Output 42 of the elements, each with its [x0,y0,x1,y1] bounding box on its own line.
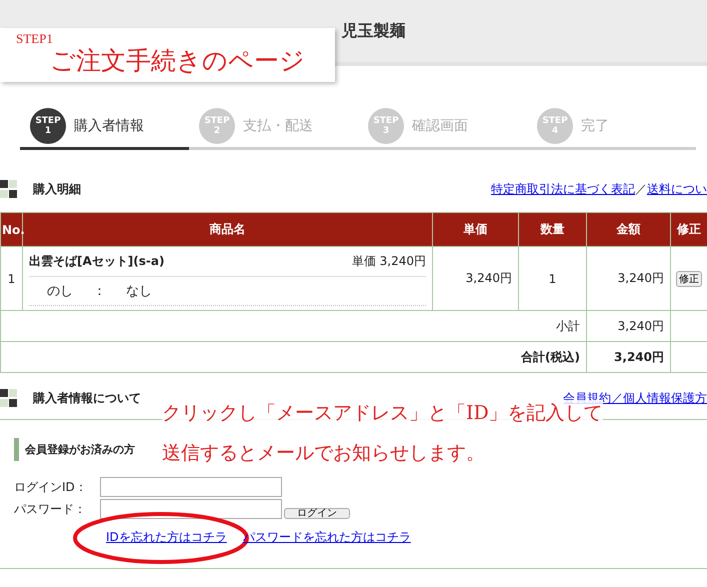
option-separator: ： [93,283,106,300]
shop-title: 児玉製麺 [340,20,406,42]
step-tab[interactable]: STEP 1 購入者情報 [20,104,189,150]
member-heading: 会員登録がお済みの方 [14,438,141,461]
password-label: パスワード： [14,500,87,518]
info-link[interactable]: 送料につい [647,180,707,198]
unit-price-note: 単価 3,240円 [352,253,426,270]
annotation-step: STEP1 [16,32,53,46]
column-header: 金額 [586,212,670,246]
login-button[interactable]: ログイン [284,508,350,519]
step-label: 確認画面 [412,116,468,134]
table-cell: 1 [8,272,16,286]
section-heading: 購入明細 [33,180,81,198]
forgot-link[interactable]: IDを忘れた方はコチラ [106,530,227,544]
total-label: 合計(税込) [521,350,580,364]
total-value: 3,240円 [614,350,664,364]
table-cell: 3,240円 [466,271,512,285]
column-header: 修正 [670,212,707,246]
step-label: 完了 [581,116,609,134]
subtotal-value: 3,240円 [618,318,664,332]
edit-button[interactable]: 修正 [676,270,702,286]
option-value: なし [126,283,152,300]
step-badge-text: STEP [35,116,61,126]
annotation-title: ご注文手続きのページ [49,46,305,76]
login-id-field[interactable] [100,477,282,497]
product-name: 出雲そば[Aセット](s-a) [29,253,164,270]
column-header: 単価 [432,212,518,246]
id-label: ログインID： [14,478,88,496]
column-header: 商品名 [22,212,432,246]
squares-icon [0,389,17,407]
step-label: 購入者情報 [74,116,144,134]
step-label: 支払・配送 [243,116,313,134]
subtotal-label: 小計 [556,318,580,332]
column-header: 数量 [518,212,586,246]
section-heading: 購入者情報について [33,390,141,406]
table-cell: 3,240円 [618,271,664,285]
option-label: のし [47,283,73,300]
info-link[interactable]: 特定商取引法に基づく表記 [491,180,635,198]
table-cell: 1 [548,272,556,286]
squares-icon [0,180,17,198]
link-separator: ／ [635,180,647,198]
step-number: 1 [44,126,52,136]
